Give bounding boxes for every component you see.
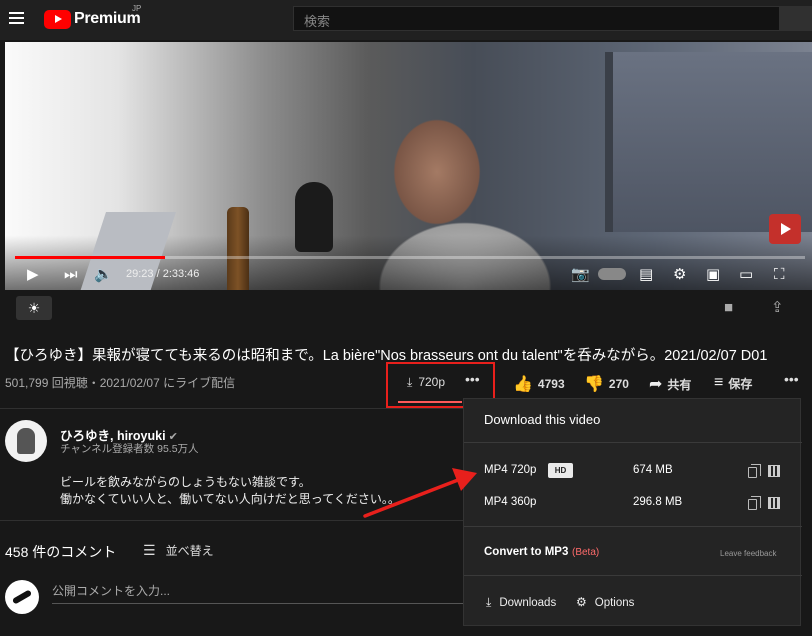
leave-feedback-link[interactable]: Leave feedback <box>720 549 777 558</box>
video-description: ビールを飲みながらのしょうもない雑談です。 働かなくていい人と、働いてない人向け… <box>60 474 400 508</box>
sort-label: 並べ替え <box>165 544 214 558</box>
more-actions-icon[interactable]: ••• <box>784 371 799 387</box>
next-icon[interactable]: ⏭ <box>64 266 78 284</box>
copy-link-icon[interactable] <box>748 496 761 510</box>
playlist-add-icon: ≡ <box>714 374 724 391</box>
like-button[interactable]: 👍 4793 <box>513 374 565 394</box>
play-icon[interactable]: ▶ <box>27 266 39 284</box>
download-icon: ⤓ <box>486 595 492 609</box>
format-mp4-720p[interactable]: MP4 720p <box>484 464 536 476</box>
time-display: 29:23 / 2:33:46 <box>126 268 200 280</box>
video-frame-bottle <box>227 207 249 290</box>
convert-mp3-button[interactable]: Convert to MP3 <box>484 546 568 558</box>
gear-icon: ⚙ <box>576 595 587 609</box>
divider <box>0 520 470 521</box>
theater-icon[interactable]: ▭ <box>739 266 753 284</box>
progress-bar[interactable] <box>15 256 805 259</box>
comment-count: 458 件のコメント <box>5 544 117 560</box>
sort-icon: ☰ <box>143 542 156 558</box>
video-frame-microphone <box>295 182 333 252</box>
youtube-logo-icon <box>44 9 71 29</box>
description-line: 働かなくていい人と、働いてない人向けだと思ってください。。 <box>60 492 400 506</box>
comment-input[interactable]: 公開コメントを入力... <box>52 582 470 604</box>
search-input[interactable]: 検索 <box>293 6 780 31</box>
share-button[interactable]: ➦ 共有 <box>649 374 691 394</box>
menu-icon[interactable] <box>9 12 24 24</box>
share-label: 共有 <box>667 377 692 392</box>
popup-divider <box>464 575 802 576</box>
channel-subscribers: チャンネル登録者数 95.5万人 <box>60 443 199 455</box>
popup-divider <box>464 442 802 443</box>
format-mp4-360p[interactable]: MP4 360p <box>484 496 536 508</box>
share-out-icon[interactable]: ⇪ <box>771 298 784 316</box>
channel-avatar[interactable] <box>5 420 47 462</box>
save-label: 保存 <box>728 376 753 391</box>
youtube-watermark-icon <box>769 214 801 244</box>
search-button[interactable] <box>780 6 812 31</box>
video-meta: 501,799 回視聴・2021/02/07 にライブ配信 <box>5 376 236 390</box>
youtube-premium-logo[interactable]: Premium <box>44 8 141 30</box>
brightness-icon[interactable]: ☀ <box>16 296 52 320</box>
screenshot-icon[interactable]: 📷 <box>571 266 590 284</box>
save-button[interactable]: ≡ 保存 <box>714 374 752 392</box>
qr-code-icon[interactable] <box>768 465 780 477</box>
sort-button[interactable]: ☰ 並べ替え <box>143 542 214 559</box>
file-size: 674 MB <box>633 464 673 476</box>
camera-icon[interactable]: ■ <box>724 299 733 316</box>
share-arrow-icon: ➦ <box>649 376 663 393</box>
video-player[interactable]: ▶ ⏭ 🔈 29:23 / 2:33:46 📷 ▤ ⚙ ▣ ▭ ⛶ <box>5 42 812 290</box>
file-size: 296.8 MB <box>633 496 683 508</box>
downloads-button[interactable]: ⤓ Downloads <box>486 595 556 610</box>
copy-link-icon[interactable] <box>748 464 761 478</box>
miniplayer-icon[interactable]: ▣ <box>706 266 720 284</box>
logo-text: Premium <box>74 10 141 27</box>
divider <box>0 408 470 409</box>
options-button[interactable]: ⚙ Options <box>576 595 634 609</box>
user-avatar <box>5 580 39 614</box>
options-label: Options <box>594 597 635 609</box>
video-frame-window <box>605 52 812 232</box>
dislike-button[interactable]: 👎 270 <box>584 374 629 394</box>
description-line: ビールを飲みながらのしょうもない雑談です。 <box>60 475 311 489</box>
popup-divider <box>464 526 802 527</box>
hd-badge: HD <box>548 463 573 478</box>
thumbs-up-icon: 👍 <box>513 376 533 393</box>
download-popup: Download this video MP4 720p HD 674 MB M… <box>463 398 802 626</box>
dislike-count: 270 <box>608 377 629 391</box>
settings-icon[interactable]: ⚙ <box>673 266 686 284</box>
subtitles-icon[interactable]: ▤ <box>639 266 653 284</box>
player-extra-toolbar <box>0 290 812 326</box>
fullscreen-icon[interactable]: ⛶ <box>774 266 785 284</box>
downloads-label: Downloads <box>499 597 557 609</box>
volume-icon[interactable]: 🔈 <box>94 266 113 284</box>
progress-fill <box>15 256 166 259</box>
region-label: JP <box>132 4 142 13</box>
thumbs-down-icon: 👎 <box>584 376 604 393</box>
qr-code-icon[interactable] <box>768 497 780 509</box>
autoplay-toggle[interactable] <box>598 268 626 280</box>
popup-title: Download this video <box>484 412 601 427</box>
like-count: 4793 <box>537 377 565 391</box>
beta-label: (Beta) <box>572 547 600 558</box>
